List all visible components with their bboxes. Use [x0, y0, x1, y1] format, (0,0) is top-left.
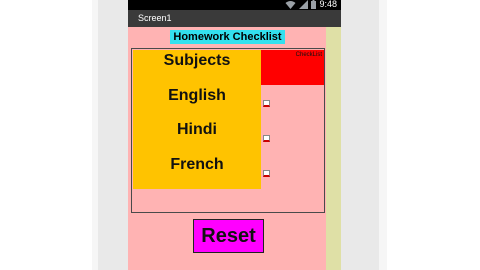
subject-hindi: Hindi: [177, 121, 217, 138]
side-strip: [326, 27, 341, 270]
reset-button[interactable]: Reset: [193, 219, 264, 253]
subject-english: English: [168, 87, 226, 104]
status-bar: 9:48: [128, 0, 341, 10]
screen-title: Screen1: [138, 13, 172, 23]
signal-icon: [299, 0, 309, 9]
wifi-icon: [285, 0, 296, 9]
checklist-table: Subjects English Hindi French CheckList: [131, 48, 325, 213]
checklist-header: CheckList: [261, 50, 324, 85]
device-bezel-left: [98, 0, 128, 270]
subjects-panel: Subjects English Hindi French: [133, 50, 261, 189]
page-title: Homework Checklist: [170, 30, 285, 44]
app-screen: Homework Checklist Subjects English Hind…: [128, 27, 341, 270]
status-icons: 9:48: [285, 0, 337, 10]
checklist-label: CheckList: [295, 52, 322, 58]
device-bezel-right: [341, 0, 379, 270]
device-bezel-right-edge: [379, 0, 387, 270]
checkbox-french[interactable]: [263, 170, 270, 177]
phone-screen: 9:48 Screen1 Homework Checklist Subjects…: [128, 0, 341, 270]
checkbox-hindi[interactable]: [263, 135, 270, 142]
status-time: 9:48: [319, 0, 337, 9]
battery-icon: [311, 0, 317, 9]
subjects-heading: Subjects: [163, 52, 231, 69]
checkbox-english[interactable]: [263, 100, 270, 107]
title-bar: Screen1: [128, 10, 341, 27]
subject-french: French: [170, 156, 224, 173]
